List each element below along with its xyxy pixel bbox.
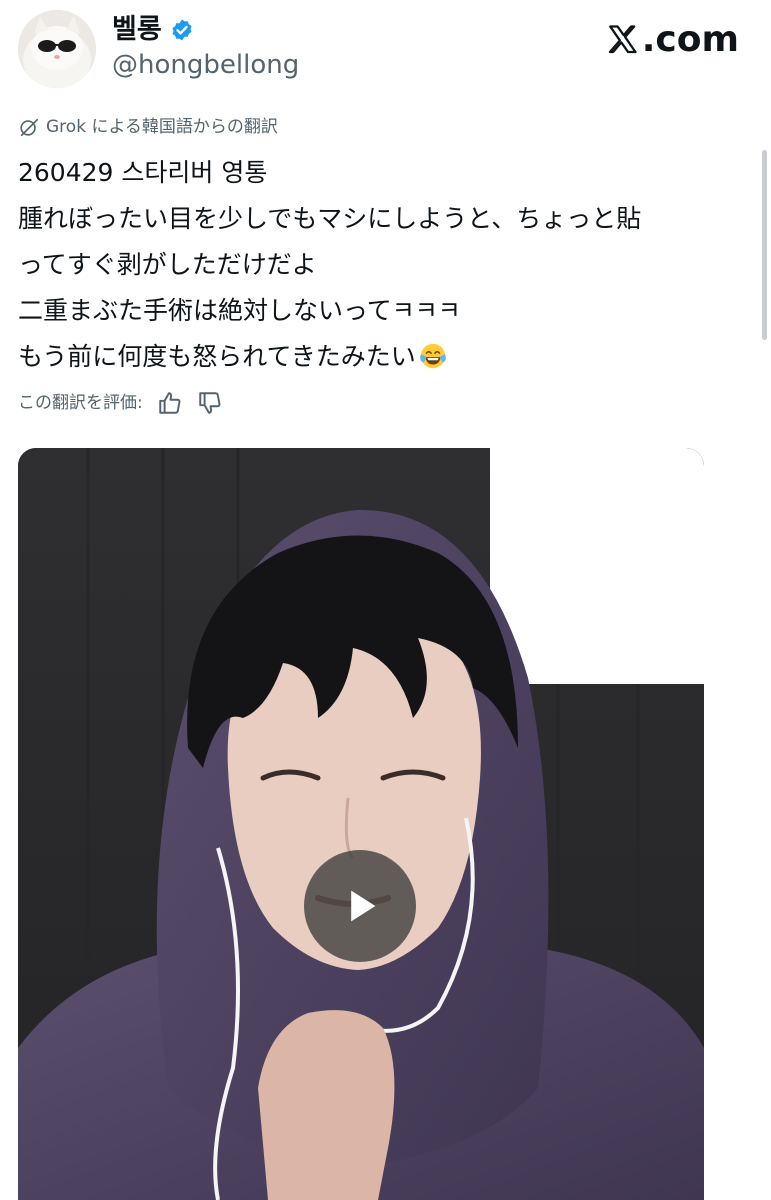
tweet-text: 260429 스타리버 영통 腫れぼったい目を少しでもマシにしようと、ちょっと貼… [18, 150, 758, 380]
tweet-line-last: もう前に何度も怒られてきたみたい [18, 334, 758, 380]
rate-translation-label: この翻訳を評価: [18, 393, 143, 413]
tweet-line: 二重まぶた手術は絶対しないってㅋㅋㅋ [18, 296, 461, 325]
thumbs-down-icon[interactable] [197, 390, 223, 416]
translation-attribution: Grok による韓国語からの翻訳 [18, 116, 278, 138]
grok-icon [20, 118, 39, 137]
verified-badge-icon [170, 18, 194, 42]
tweet-line: 260429 스타리버 영통 [18, 158, 268, 187]
user-handle[interactable]: @hongbellong [112, 50, 299, 80]
play-icon [351, 890, 376, 922]
thumbs-up-icon[interactable] [157, 390, 183, 416]
scrollbar[interactable] [762, 150, 767, 340]
face-with-tears-of-joy-emoji [419, 343, 446, 369]
display-name-text: 벨롱 [112, 14, 162, 45]
x-com-logo-text: .com [641, 19, 739, 60]
tweet-line: 腫れぼったい目を少しでもマシにしようと、ちょっと貼 [18, 204, 642, 233]
x-logo-icon [608, 25, 637, 54]
tweet-line: もう前に何度も怒られてきたみたい [18, 342, 416, 371]
cat-with-sunglasses-avatar-image [18, 10, 96, 88]
rate-translation-row: この翻訳を評価: [18, 390, 223, 416]
avatar[interactable] [18, 10, 96, 88]
display-name[interactable]: 벨롱 [112, 14, 194, 46]
video-thumbnail[interactable] [18, 448, 704, 1200]
translation-label: Grok による韓国語からの翻訳 [46, 117, 278, 137]
video-frame-image [18, 448, 704, 1200]
x-com-logo: .com [606, 20, 739, 60]
tweet-line: ってすぐ剥がしただけだよ [18, 250, 317, 279]
play-button[interactable] [304, 850, 416, 962]
